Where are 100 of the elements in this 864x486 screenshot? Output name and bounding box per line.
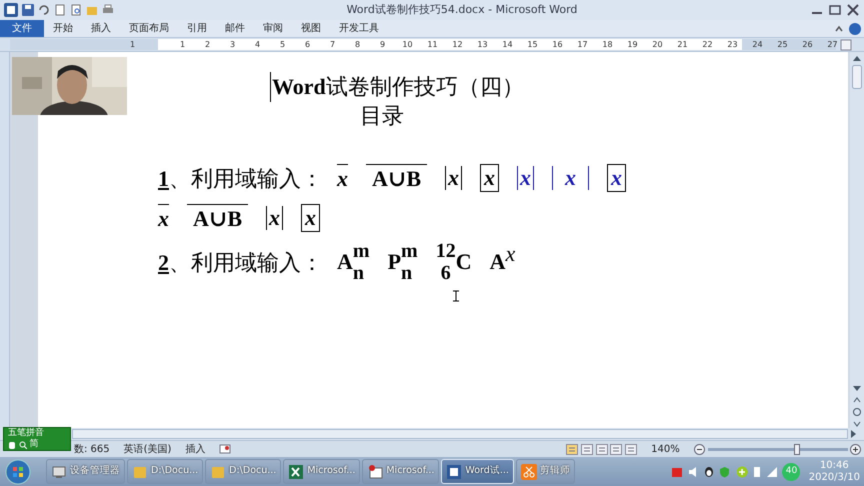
- ruler-number: 5: [278, 39, 286, 50]
- ruler-number: 26: [801, 39, 814, 50]
- close-icon[interactable]: [846, 4, 860, 16]
- boxed-formula: x: [480, 164, 499, 192]
- web-layout-icon[interactable]: [596, 444, 608, 454]
- zoom-slider-thumb[interactable]: [794, 444, 800, 454]
- item-label: 1、利用域输入：: [158, 164, 323, 192]
- ruler-number: 11: [426, 39, 439, 50]
- scroll-up-icon[interactable]: [852, 54, 862, 62]
- next-page-icon[interactable]: [852, 420, 862, 428]
- ribbon-tab[interactable]: 开发工具: [330, 20, 388, 37]
- ruler-number: 15: [526, 39, 539, 50]
- macro-record-icon[interactable]: [219, 444, 232, 454]
- ruler-number: 14: [501, 39, 514, 50]
- ruler-number: 24: [751, 39, 764, 50]
- ime-label: 五笔拼音: [8, 428, 44, 438]
- ribbon-tab[interactable]: 插入: [82, 20, 120, 37]
- start-orb-icon[interactable]: [4, 458, 32, 486]
- item-label: 2、利用域输入：: [158, 248, 323, 276]
- volume-icon[interactable]: [688, 466, 698, 478]
- ruler-number: 9: [378, 39, 386, 50]
- device-icon[interactable]: [753, 466, 762, 478]
- save-icon[interactable]: [22, 4, 34, 16]
- ruler-number: 22: [701, 39, 714, 50]
- ribbon-tab[interactable]: 页面布局: [120, 20, 178, 37]
- scroll-down-icon[interactable]: [852, 385, 862, 393]
- ruler-number: 17: [576, 39, 589, 50]
- ribbon-tab[interactable]: 文件: [0, 20, 44, 37]
- full-screen-icon[interactable]: [580, 444, 593, 454]
- ruler-number: 7: [328, 39, 336, 50]
- previous-page-icon[interactable]: [852, 396, 862, 404]
- superscript-formula: Ax: [490, 249, 516, 275]
- ruler-number: 21: [676, 39, 689, 50]
- ibeam-cursor-icon: [452, 290, 460, 302]
- absolute-value-formula: x: [445, 166, 462, 190]
- hand-icon[interactable]: [8, 440, 16, 448]
- language-status[interactable]: 英语(美国): [124, 442, 172, 456]
- boxed-formula: x: [607, 164, 626, 192]
- overlined-formula: A∪B: [187, 204, 248, 232]
- taskbar-label: Microsof...: [386, 464, 434, 478]
- absolute-value-formula: x: [517, 166, 534, 190]
- word-logo-icon[interactable]: [4, 3, 18, 17]
- ruler-number: 25: [776, 39, 789, 50]
- ruler-number: 4: [254, 39, 262, 50]
- computer-icon: [51, 464, 67, 480]
- zoom-in-icon[interactable]: [850, 444, 862, 454]
- maximize-icon[interactable]: [828, 4, 842, 16]
- ribbon-tab[interactable]: 邮件: [216, 20, 254, 37]
- ruler-number: 3: [228, 39, 236, 50]
- ime-toolbar[interactable]: 五笔拼音 简: [3, 427, 71, 451]
- ruler-number: 19: [626, 39, 639, 50]
- ruler-number: 13: [476, 39, 489, 50]
- signal-icon[interactable]: [766, 466, 777, 476]
- ruler-number: 1: [128, 39, 136, 50]
- vertical-scrollbar[interactable]: [850, 52, 864, 428]
- ruler-number: 6: [304, 39, 312, 50]
- window-icon: [367, 464, 384, 480]
- zoom-out-icon[interactable]: [694, 444, 705, 454]
- taskbar-label: 设备管理器: [70, 464, 120, 478]
- collapse-ribbon-icon[interactable]: [834, 24, 844, 34]
- taskbar-button[interactable]: Word试...: [441, 459, 514, 484]
- word-count: 数: 665: [74, 442, 110, 456]
- spreadsheet-icon: [288, 464, 304, 480]
- overlined-formula: x: [158, 204, 169, 232]
- document-icon: [446, 464, 462, 480]
- ribbon-tab[interactable]: 引用: [178, 20, 216, 37]
- help-icon[interactable]: [849, 22, 862, 34]
- plus-circle-icon[interactable]: [736, 466, 748, 478]
- ribbon-tab[interactable]: 视图: [292, 20, 330, 37]
- taskbar-label: Microsof...: [307, 464, 356, 478]
- ruler-number: 18: [601, 39, 614, 50]
- new-document-icon[interactable]: [54, 4, 66, 16]
- absolute-value-formula: x: [266, 206, 283, 230]
- undo-icon[interactable]: [38, 4, 50, 16]
- ime-mode[interactable]: 简: [30, 439, 38, 450]
- zoom-level[interactable]: 140%: [651, 442, 680, 456]
- ruler-number: 27: [826, 39, 839, 50]
- penguin-icon[interactable]: [704, 466, 714, 478]
- document-subtitle: 目录: [360, 102, 405, 130]
- taskbar-label: 剪辑师: [540, 464, 570, 478]
- document-title: Word试卷制作技巧（四）: [270, 72, 524, 102]
- insert-mode[interactable]: 插入: [185, 442, 206, 456]
- taskbar-label: D:\Docu...: [229, 464, 276, 478]
- ruler-number: 8: [354, 39, 362, 50]
- outline-icon[interactable]: [610, 444, 622, 454]
- boxed-formula: x: [301, 204, 320, 232]
- print-icon[interactable]: [102, 4, 114, 16]
- draft-icon[interactable]: [625, 444, 638, 454]
- ruler-number: 10: [401, 39, 414, 50]
- horizontal-scrollbar[interactable]: [72, 429, 848, 439]
- browse-object-icon[interactable]: [852, 407, 862, 417]
- absolute-value-formula: x: [552, 166, 589, 190]
- search-icon[interactable]: [18, 440, 27, 448]
- print-preview-icon[interactable]: [70, 4, 82, 16]
- print-layout-icon[interactable]: [566, 444, 578, 454]
- ruler-toggle-icon[interactable]: [840, 38, 852, 50]
- ribbon-tab[interactable]: 审阅: [254, 20, 292, 37]
- ribbon-tab[interactable]: 开始: [44, 20, 82, 37]
- scroll-thumb-icon[interactable]: [852, 65, 862, 89]
- overlined-formula: x: [337, 164, 348, 192]
